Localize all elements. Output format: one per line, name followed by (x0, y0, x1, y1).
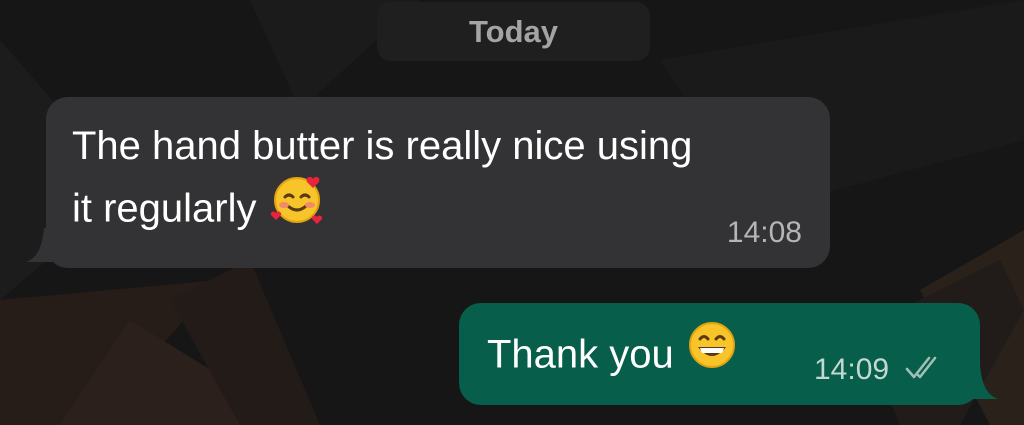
outgoing-message-bubble[interactable]: Thank you 14:09 (459, 303, 998, 405)
read-double-check-icon (905, 356, 937, 379)
message-text: Thank you (487, 322, 738, 391)
bubble-tail-icon (964, 365, 998, 399)
message-timestamp: 14:09 (814, 353, 890, 386)
incoming-message-bubble[interactable]: The hand butter is really nice using it … (26, 97, 830, 268)
message-timestamp: 14:08 (726, 216, 802, 249)
date-label: Today (469, 13, 558, 49)
bubble-tail-icon (26, 228, 60, 262)
message-line: it regularly (72, 175, 692, 247)
smiling-face-with-hearts-icon (269, 171, 325, 243)
message-text: The hand butter is really nice using it … (72, 117, 692, 247)
date-separator: Today (377, 2, 650, 61)
grinning-face-with-smiling-eyes-icon (686, 319, 738, 387)
message-line: The hand butter is really nice using (72, 124, 693, 168)
